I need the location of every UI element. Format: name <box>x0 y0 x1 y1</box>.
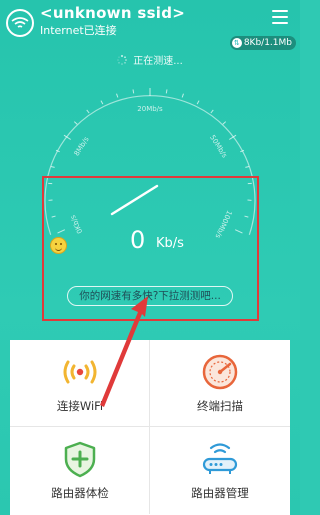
menu-button[interactable] <box>272 10 288 24</box>
tool-router-check[interactable]: 路由器体检 <box>10 427 150 514</box>
gauge-tick-label: 50Mb/s <box>208 134 229 160</box>
wifi-signal-icon <box>63 360 97 384</box>
gauge-tick <box>86 109 90 114</box>
tool-grid: 连接WiFi 终端扫描 路由器体检 路由器管理 <box>10 340 290 515</box>
tool-device-scan[interactable]: 终端扫描 <box>150 340 290 427</box>
gauge-tick <box>222 121 227 125</box>
spinner-icon <box>117 55 128 65</box>
gauge-tick <box>132 89 135 94</box>
gauge-tick-label: 20Mb/s <box>137 105 163 113</box>
tool-label: 路由器管理 <box>191 486 249 500</box>
arrows-icon: ⇅ <box>231 38 242 48</box>
highlight-annotation-box <box>42 176 259 321</box>
tool-label: 终端扫描 <box>197 399 243 413</box>
gauge-tick <box>73 121 78 125</box>
shield-plus-icon <box>64 441 96 478</box>
tool-router-manage[interactable]: 路由器管理 <box>150 427 290 514</box>
gauge-tick <box>50 165 55 168</box>
menu-icon-bar <box>272 16 288 18</box>
router-icon <box>202 443 238 474</box>
speed-badge-text: 8Kb/1.1Mb <box>243 38 292 48</box>
speed-badge: ⇅ 8Kb/1.1Mb <box>229 36 296 50</box>
device-scan-icon <box>202 354 238 390</box>
wifi-logo-icon <box>6 9 34 37</box>
header: <unknown ssid> Internet已连接 ⇅ 8Kb/1.1Mb <box>0 0 300 50</box>
gauge-tick <box>100 100 104 105</box>
gauge-tick <box>181 93 184 98</box>
testing-status: 正在测速... <box>0 52 300 67</box>
gauge-tick-label: 8Mb/s <box>73 135 91 157</box>
gauge-tick <box>165 89 168 94</box>
tool-label: 连接WiFi <box>56 399 104 413</box>
app-screen: <unknown ssid> Internet已连接 ⇅ 8Kb/1.1Mb 正… <box>0 0 300 515</box>
gauge-tick <box>245 165 250 168</box>
menu-icon-bar <box>272 10 288 12</box>
ssid-title: <unknown ssid> <box>40 4 186 22</box>
gauge-tick <box>116 93 119 98</box>
network-status: Internet已连接 <box>40 24 117 37</box>
testing-text: 正在测速... <box>133 56 183 67</box>
tool-connect-wifi[interactable]: 连接WiFi <box>10 340 150 427</box>
gauge-tick <box>210 109 214 114</box>
tool-label: 路由器体检 <box>51 486 109 500</box>
menu-icon-bar <box>272 22 288 24</box>
gauge-tick <box>196 100 200 105</box>
